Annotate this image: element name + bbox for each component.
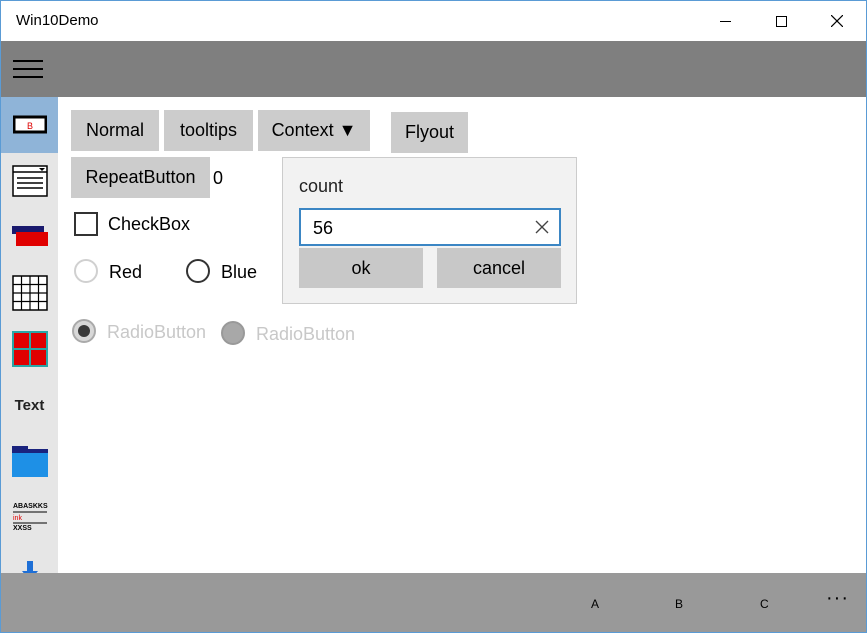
- list-line-2: ink: [13, 515, 22, 522]
- flyout-title: count: [299, 176, 344, 196]
- window-form-icon: [11, 165, 48, 197]
- count-field[interactable]: [299, 208, 561, 246]
- radio-red-label: Red: [109, 262, 143, 282]
- maximize-button[interactable]: [753, 1, 809, 41]
- list-text-icon: ABASKKS ink XXSS: [12, 503, 48, 532]
- radio-blue-label: Blue: [221, 262, 258, 282]
- count-input[interactable]: [313, 216, 523, 240]
- button-icon: B: [12, 115, 47, 134]
- nav-item-layers[interactable]: [1, 209, 58, 265]
- window-title: Win10Demo: [16, 12, 99, 29]
- nav-item-grid[interactable]: [1, 265, 58, 321]
- radio-red[interactable]: [74, 259, 98, 283]
- command-bar: A B C ···: [1, 573, 866, 632]
- radio-disabled-label-2: RadioButton: [256, 324, 356, 344]
- nav-item-text[interactable]: Text: [1, 377, 58, 433]
- ok-button[interactable]: ok: [299, 248, 423, 288]
- nav-item-list[interactable]: ABASKKS ink XXSS: [1, 489, 58, 545]
- list-line-3: XXSS: [13, 525, 32, 532]
- minimize-button[interactable]: [697, 1, 753, 41]
- repeat-button[interactable]: RepeatButton: [71, 157, 210, 198]
- stacked-layers-icon: [11, 226, 48, 246]
- nav-item-download[interactable]: [1, 545, 58, 573]
- nav-item-window[interactable]: [1, 153, 58, 209]
- download-icon: [21, 561, 38, 573]
- hamburger-menu-icon[interactable]: [13, 58, 45, 82]
- normal-button[interactable]: Normal: [71, 110, 159, 151]
- flyout-button[interactable]: Flyout: [391, 112, 468, 153]
- tooltips-button[interactable]: tooltips: [164, 110, 253, 151]
- header-bar: [1, 41, 866, 97]
- folder-icon: [11, 446, 48, 477]
- checkbox-label: CheckBox: [108, 214, 191, 234]
- checkbox[interactable]: [74, 212, 98, 236]
- minimize-icon: [719, 20, 731, 22]
- command-c-button[interactable]: C: [760, 597, 769, 611]
- clear-icon[interactable]: [533, 218, 551, 236]
- more-icon[interactable]: ···: [826, 587, 849, 610]
- radio-disabled-checked: [72, 319, 96, 343]
- close-icon: [831, 15, 843, 27]
- radio-blue[interactable]: [186, 259, 210, 283]
- cancel-button[interactable]: cancel: [437, 248, 561, 288]
- nav-item-tiles[interactable]: [1, 321, 58, 377]
- grid-table-icon: [11, 275, 48, 311]
- maximize-icon: [775, 15, 787, 27]
- command-a-button[interactable]: A: [591, 597, 599, 611]
- app-window: Win10Demo B Text ABASKKS ink XXSS Normal…: [0, 0, 867, 633]
- context-button[interactable]: Context ▼: [258, 110, 370, 151]
- radio-disabled: [221, 321, 245, 345]
- tiles-icon: [11, 331, 48, 367]
- close-button[interactable]: [809, 1, 865, 41]
- svg-text:B: B: [26, 121, 32, 131]
- nav-pane: B Text ABASKKS ink XXSS: [1, 97, 58, 573]
- nav-item-button[interactable]: B: [1, 97, 58, 153]
- nav-item-folder[interactable]: [1, 433, 58, 489]
- radio-disabled-label-1: RadioButton: [107, 322, 207, 342]
- repeat-count: 0: [213, 168, 224, 188]
- text-icon: Text: [14, 396, 45, 414]
- flyout-panel: count ok cancel: [282, 157, 577, 304]
- command-b-button[interactable]: B: [675, 597, 683, 611]
- list-line-1: ABASKKS: [13, 503, 48, 510]
- title-bar: Win10Demo: [1, 1, 866, 41]
